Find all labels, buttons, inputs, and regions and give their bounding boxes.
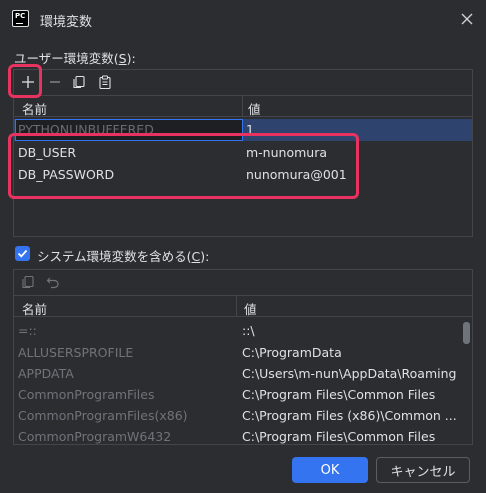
row-name: ALLUSERSPROFILE (18, 345, 134, 360)
row-name: PYTHONUNBUFFERED (18, 122, 154, 137)
title-bar: PC 環境変数 (0, 0, 486, 40)
table-row[interactable]: APPDATA C:\Users\m-nun\AppData\Roaming (14, 363, 472, 385)
column-divider[interactable] (236, 296, 237, 316)
user-env-table: 名前 値 PYTHONUNBUFFERED 1 DB_USER m-nunomu… (13, 69, 473, 237)
table-row[interactable]: PYTHONUNBUFFERED 1 (14, 119, 472, 141)
column-value-header[interactable]: 値 (248, 99, 261, 118)
table-row[interactable]: CommonProgramFiles(x86) C:\Program Files… (14, 405, 472, 427)
system-env-scrollbar[interactable] (463, 322, 470, 344)
column-divider[interactable] (242, 96, 243, 116)
include-system-label[interactable]: システム環境変数を含める(C): (37, 246, 209, 265)
row-value: C:\Users\m-nun\AppData\Roaming (242, 366, 457, 381)
system-env-header: 名前 値 (14, 295, 472, 317)
table-row[interactable]: DB_PASSWORD nunomura@001 (14, 164, 472, 186)
undo-button[interactable] (44, 273, 62, 291)
copy-icon (73, 75, 85, 89)
row-name: =:: (18, 323, 37, 338)
table-row[interactable]: CommonProgramFiles C:\Program Files\Comm… (14, 384, 472, 406)
plus-icon (22, 76, 34, 88)
row-value: m-nunomura (246, 145, 327, 160)
cancel-button[interactable]: キャンセル (376, 457, 470, 483)
include-system-checkbox[interactable] (15, 246, 30, 261)
user-env-label: ユーザー環境変数(S): (14, 51, 136, 66)
ok-button[interactable]: OK (292, 457, 368, 483)
row-name: DB_PASSWORD (18, 167, 115, 182)
row-value: C:\Program Files\Common Files (242, 429, 436, 444)
row-value: C:\ProgramData (242, 345, 342, 360)
column-name-header[interactable]: 名前 (22, 299, 47, 318)
row-value: 1 (246, 122, 254, 137)
table-row[interactable]: ALLUSERSPROFILE C:\ProgramData (14, 342, 472, 364)
undo-icon (46, 277, 59, 289)
minus-icon (50, 81, 60, 83)
row-name: APPDATA (18, 366, 74, 381)
paste-button[interactable] (96, 73, 114, 91)
add-button[interactable] (19, 73, 37, 91)
table-row[interactable]: DB_USER m-nunomura (14, 142, 472, 164)
table-row[interactable]: =:: ::\ (14, 320, 472, 342)
row-value: ::\ (242, 323, 255, 338)
user-env-toolbar (14, 70, 472, 95)
row-value: C:\Program Files (x86)\Common ... (242, 408, 457, 423)
row-name: CommonProgramFiles(x86) (18, 408, 188, 423)
system-env-toolbar (14, 270, 472, 295)
row-name: DB_USER (18, 145, 77, 160)
column-value-header[interactable]: 値 (244, 299, 257, 318)
column-name-header[interactable]: 名前 (22, 99, 47, 118)
remove-button[interactable] (46, 73, 64, 91)
user-env-header: 名前 値 (14, 95, 472, 117)
checkmark-icon (17, 249, 28, 258)
row-name: CommonProgramFiles (18, 387, 155, 402)
copy-button[interactable] (70, 73, 88, 91)
system-env-table: 名前 値 =:: ::\ ALLUSERSPROFILE C:\ProgramD… (13, 269, 473, 445)
row-value: C:\Program Files\Common Files (242, 387, 436, 402)
row-name: CommonProgramW6432 (18, 429, 172, 444)
table-row[interactable]: CommonProgramW6432 C:\Program Files\Comm… (14, 426, 472, 448)
dialog-title: 環境変数 (40, 15, 93, 30)
copy-icon (22, 275, 34, 289)
copy-button-disabled[interactable] (19, 273, 37, 291)
close-icon[interactable] (458, 10, 476, 28)
row-value: nunomura@001 (246, 167, 347, 182)
clipboard-icon (99, 75, 111, 89)
pycharm-logo-icon: PC (12, 10, 29, 27)
